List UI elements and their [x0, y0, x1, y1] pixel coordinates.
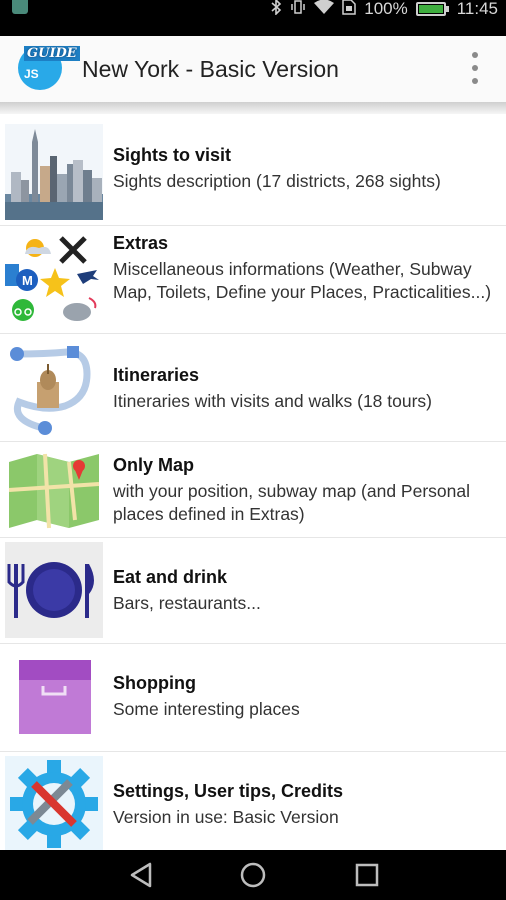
list-item-text: Only Map with your position, subway map … [113, 454, 498, 526]
map-icon [5, 444, 103, 532]
notification-icon [12, 0, 28, 14]
app-title: New York - Basic Version [82, 56, 339, 82]
list-item-text: Settings, User tips, Credits Version in … [113, 780, 498, 829]
list-item-title: Only Map [113, 455, 195, 475]
list-item-text: Shopping Some interesting places [113, 672, 498, 721]
status-icons: 100% 11:45 [270, 0, 498, 18]
list-item-title: Extras [113, 233, 169, 253]
list-item-description: Version in use: Basic Version [113, 807, 339, 827]
back-icon[interactable] [128, 862, 154, 888]
bluetooth-icon [270, 0, 282, 19]
list-item-description: with your position, subway map (and Pers… [113, 481, 470, 524]
list-item-settings[interactable]: Settings, User tips, Credits Version in … [0, 752, 506, 850]
list-item-title: Itineraries [113, 365, 200, 385]
battery-icon [415, 2, 449, 16]
logo-text-js: JS [24, 67, 39, 81]
sim-icon [342, 0, 356, 19]
battery-percent: 100% [364, 0, 408, 18]
extras-collage-icon: M [5, 230, 103, 326]
shopping-box-icon [5, 650, 103, 746]
app-bar: GUIDE JS New York - Basic Version [0, 36, 506, 102]
list-item-description: Miscellaneous informations (Weather, Sub… [113, 259, 492, 302]
list-item-sights[interactable]: Sights to visit Sights description (17 d… [0, 114, 506, 226]
list-item-title: Settings, User tips, Credits [113, 781, 344, 801]
list-item-title: Eat and drink [113, 567, 228, 587]
main-menu-list: Sights to visit Sights description (17 d… [0, 114, 506, 850]
list-item-extras[interactable]: M Extras Miscellaneous informations (Wea… [0, 226, 506, 334]
app-logo: GUIDE JS [18, 46, 80, 90]
clock: 11:45 [456, 0, 498, 18]
vibrate-icon [290, 0, 306, 19]
list-item-description: Bars, restaurants... [113, 593, 261, 613]
wifi-icon [314, 0, 335, 19]
plate-cutlery-icon [5, 542, 103, 638]
list-item-title: Shopping [113, 673, 196, 693]
status-bar: 100% 11:45 [0, 0, 506, 36]
list-item-description: Some interesting places [113, 699, 300, 719]
svg-text:M: M [22, 273, 33, 288]
home-icon[interactable] [240, 862, 266, 888]
app-bar-shadow [0, 102, 506, 114]
settings-gear-tools-icon [5, 756, 103, 850]
system-nav-bar [0, 850, 506, 900]
list-item-description: Itineraries with visits and walks (18 to… [113, 391, 432, 411]
logo-text-guide: GUIDE [24, 46, 80, 61]
list-item-text: Itineraries Itineraries with visits and … [113, 364, 498, 413]
skyline-icon [5, 124, 103, 220]
overflow-menu-icon[interactable] [470, 52, 480, 84]
list-item-itineraries[interactable]: Itineraries Itineraries with visits and … [0, 334, 506, 442]
list-item-shopping[interactable]: Shopping Some interesting places [0, 644, 506, 752]
list-item-text: Sights to visit Sights description (17 d… [113, 144, 498, 193]
list-item-description: Sights description (17 districts, 268 si… [113, 171, 441, 191]
list-item-only-map[interactable]: Only Map with your position, subway map … [0, 442, 506, 538]
list-item-title: Sights to visit [113, 145, 232, 165]
list-item-text: Extras Miscellaneous informations (Weath… [113, 232, 498, 304]
recents-icon[interactable] [354, 862, 380, 888]
list-item-text: Eat and drink Bars, restaurants... [113, 566, 498, 615]
itinerary-route-icon [5, 340, 103, 436]
list-item-eat-and-drink[interactable]: Eat and drink Bars, restaurants... [0, 538, 506, 644]
